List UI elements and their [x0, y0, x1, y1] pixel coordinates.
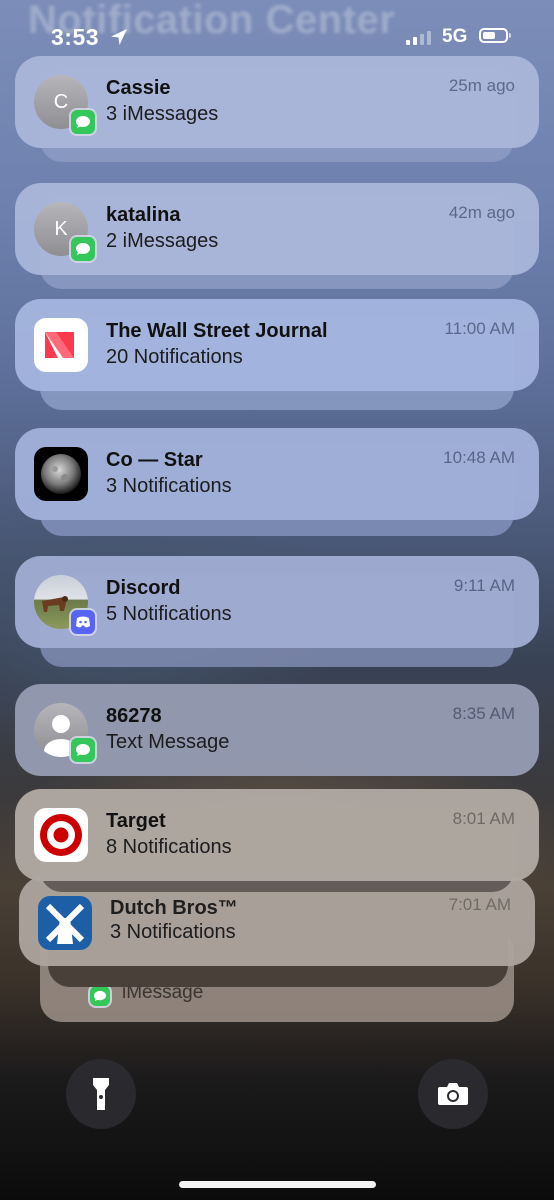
- network-type: 5G: [442, 26, 468, 47]
- messages-icon: [71, 237, 95, 261]
- notification-co-star[interactable]: Co — Star 3 Notifications 10:48 AM: [15, 428, 539, 520]
- discord-icon: [71, 610, 95, 634]
- notification-cassie[interactable]: C Cassie 3 iMessages 25m ago: [15, 56, 539, 148]
- status-bar: 3:53 5G: [0, 22, 554, 52]
- notification-time: 25m ago: [448, 76, 515, 95]
- notification-title: Target: [106, 810, 166, 832]
- notification-title: Cassie: [106, 77, 171, 99]
- notification-summary: 3 Notifications: [110, 921, 236, 943]
- camera-icon: [438, 1083, 468, 1105]
- notification-target[interactable]: Target 8 Notifications 8:01 AM: [15, 789, 539, 881]
- notification-title: katalina: [106, 204, 181, 226]
- battery-icon: [479, 28, 511, 43]
- notification-time: 11:00 AM: [444, 319, 515, 338]
- notification-time: 8:35 AM: [452, 704, 515, 723]
- apple-news-icon: [34, 318, 88, 372]
- camera-button[interactable]: [418, 1059, 488, 1129]
- co-star-moon-icon: [34, 447, 88, 501]
- messages-icon: [71, 110, 95, 134]
- notification-time: 9:11 AM: [453, 576, 515, 595]
- flashlight-icon: [93, 1078, 109, 1110]
- home-indicator[interactable]: [179, 1181, 376, 1188]
- notification-discord[interactable]: Discord 5 Notifications 9:11 AM: [15, 556, 539, 648]
- notification-summary: Text Message: [106, 731, 230, 753]
- notification-summary: 2 iMessages: [106, 230, 219, 252]
- messages-icon: [90, 986, 110, 1006]
- notification-title: Co — Star: [106, 449, 203, 471]
- notification-summary: 8 Notifications: [106, 836, 232, 858]
- messages-icon: [71, 738, 95, 762]
- notification-summary: 20 Notifications: [106, 346, 243, 368]
- notification-time: 7:01 AM: [448, 895, 511, 914]
- notification-title: Dutch Bros™: [110, 897, 238, 919]
- notification-summary: 3 iMessages: [106, 103, 219, 125]
- notification-katalina[interactable]: K katalina 2 iMessages 42m ago: [15, 183, 539, 275]
- notification-time: 8:01 AM: [452, 809, 515, 828]
- flashlight-button[interactable]: [66, 1059, 136, 1129]
- notification-title: The Wall Street Journal: [106, 320, 328, 342]
- location-arrow-icon: [111, 29, 127, 45]
- notification-time: 42m ago: [448, 203, 515, 222]
- notification-summary: 5 Notifications: [106, 603, 232, 625]
- status-time: 3:53: [51, 24, 100, 50]
- notification-title: 86278: [106, 705, 162, 727]
- notification-time: 10:48 AM: [443, 448, 515, 467]
- target-logo-icon: [34, 808, 88, 862]
- signal-bars-icon: [406, 31, 431, 45]
- notification-wsj[interactable]: The Wall Street Journal 20 Notifications…: [15, 299, 539, 391]
- dutch-bros-windmill-icon: [38, 896, 92, 950]
- notification-86278[interactable]: 86278 Text Message 8:35 AM: [15, 684, 539, 776]
- notification-summary: 3 Notifications: [106, 475, 232, 497]
- notification-title: Discord: [106, 577, 181, 599]
